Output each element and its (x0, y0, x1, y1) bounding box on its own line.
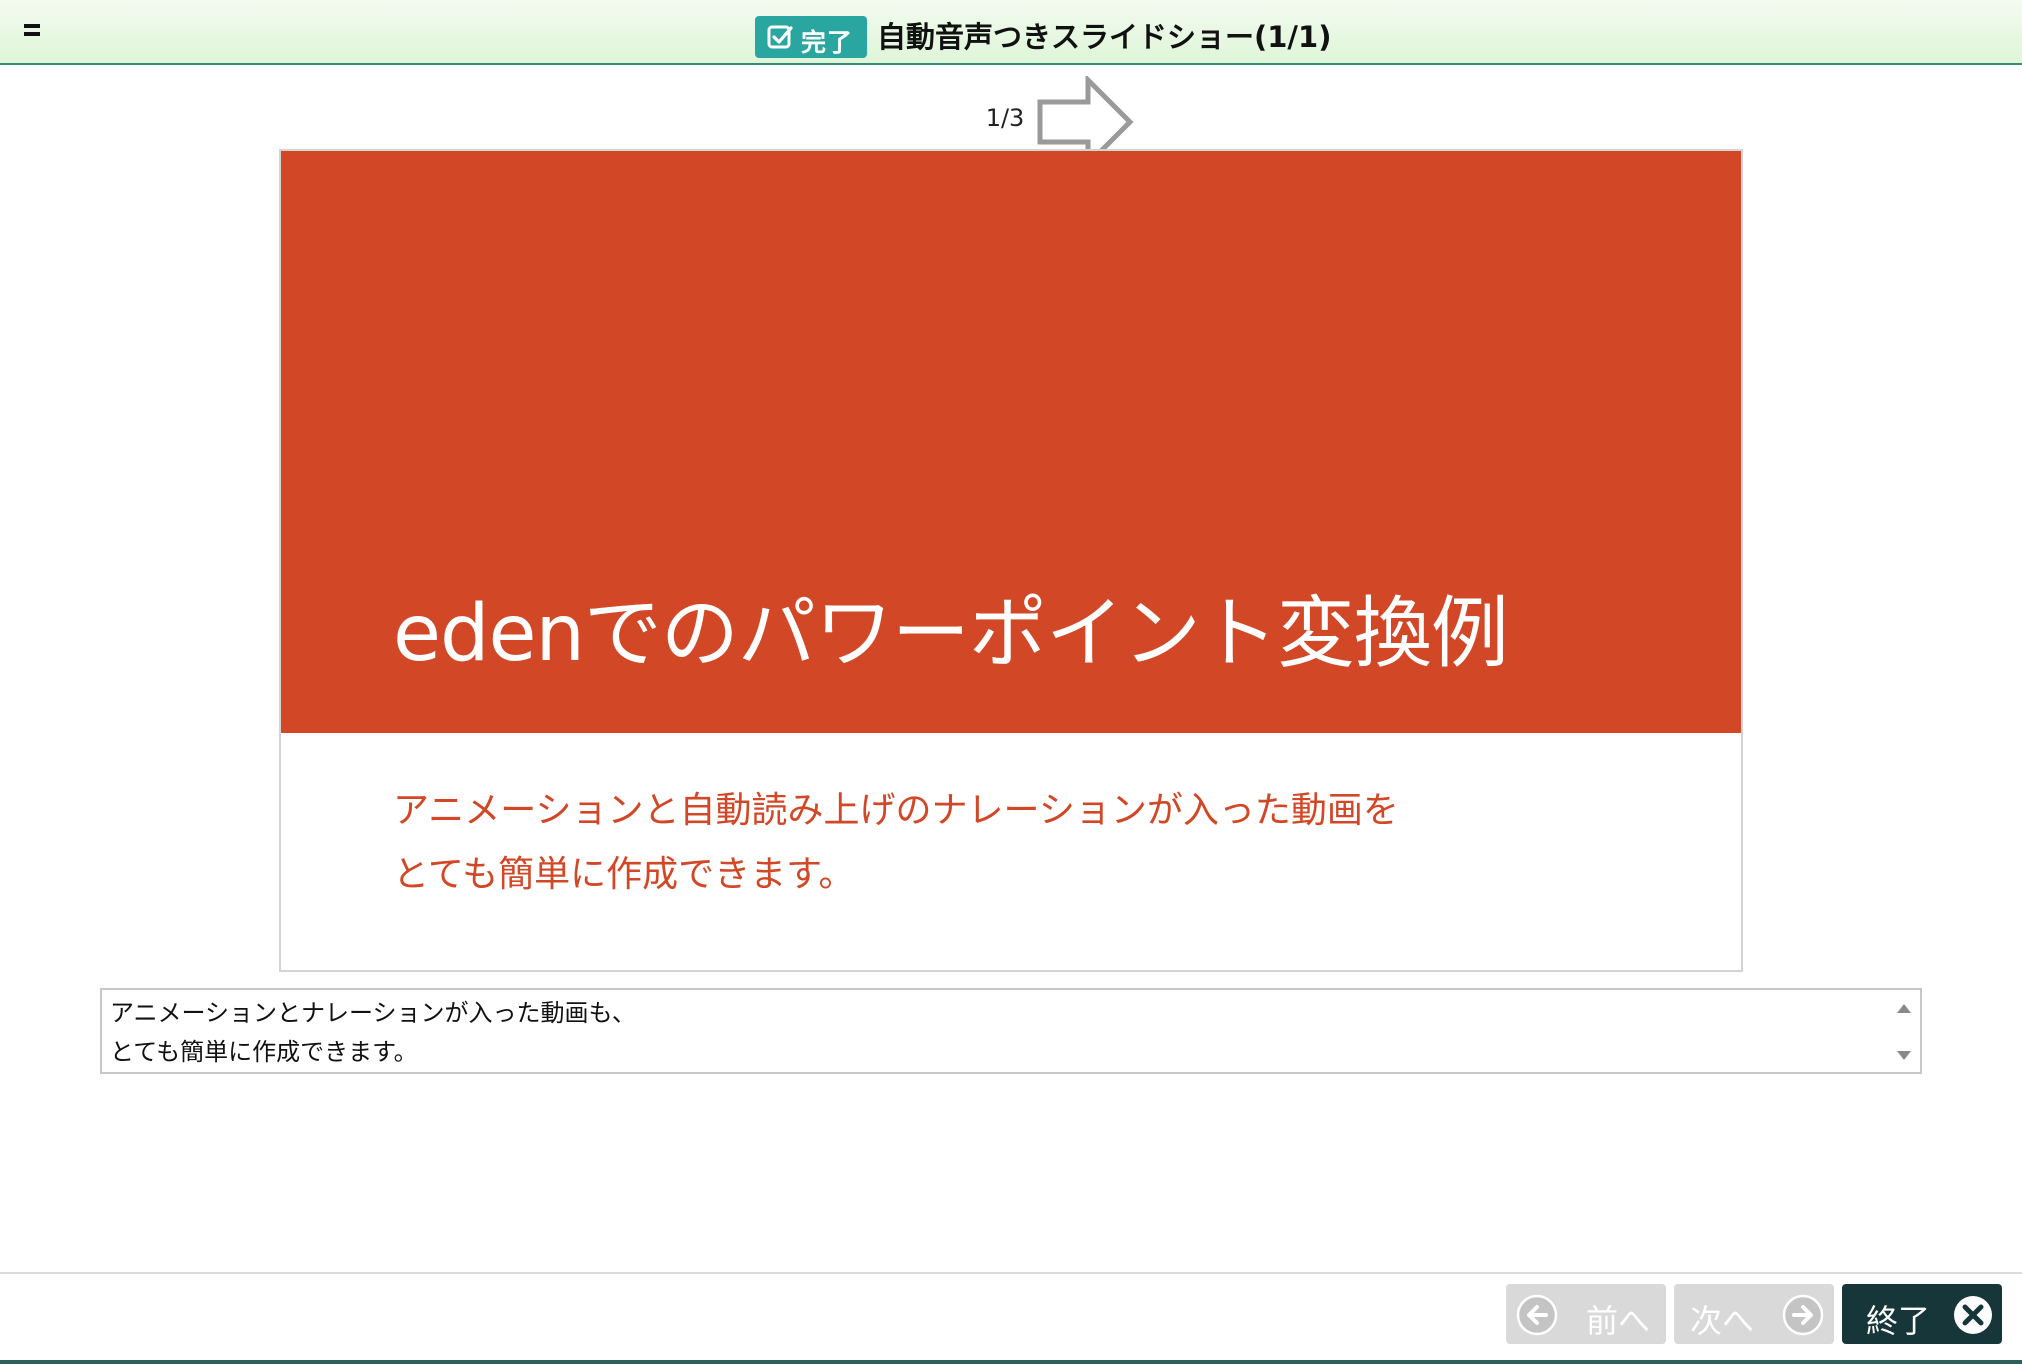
narration-line: アニメーションとナレーションが入った動画も、 (110, 999, 636, 1027)
slide-title: edenでのパワーポイント変換例 (393, 589, 1509, 679)
scroll-up-icon[interactable] (1894, 1000, 1914, 1016)
header-bar: 完了 自動音声つきスライドショー(1/1) (0, 0, 2022, 65)
prev-label: 前へ (1586, 1302, 1651, 1340)
scroll-down-icon[interactable] (1894, 1048, 1914, 1064)
complete-label: 完了 (801, 28, 854, 57)
menu-button[interactable] (18, 14, 48, 44)
prev-button[interactable]: 前へ (1506, 1284, 1666, 1344)
next-label: 次へ (1690, 1302, 1755, 1340)
end-button[interactable]: 終了 (1842, 1284, 2002, 1344)
end-label: 終了 (1866, 1302, 1931, 1340)
menu-icon (24, 24, 40, 28)
next-button[interactable]: 次へ (1674, 1284, 1834, 1344)
checkbox-icon (767, 25, 793, 49)
bottom-border (0, 1360, 2022, 1364)
arrow-right-circle-icon (1782, 1294, 1824, 1336)
arrow-left-circle-icon (1516, 1294, 1558, 1336)
slide-title-band: edenでのパワーポイント変換例 (281, 151, 1741, 733)
narration-line: とても簡単に作成できます。 (110, 1038, 418, 1066)
complete-badge[interactable]: 完了 (755, 16, 867, 58)
menu-icon-bar (24, 32, 40, 36)
slide-subtitle-line: アニメーションと自動読み上げのナレーションが入った動画を (393, 790, 1399, 831)
close-circle-icon (1954, 1296, 1992, 1334)
page-title: 自動音声つきスライドショー(1/1) (877, 20, 1332, 54)
slide-frame: edenでのパワーポイント変換例 アニメーションと自動読み上げのナレーションが入… (279, 149, 1743, 972)
slide-subtitle: アニメーションと自動読み上げのナレーションが入った動画を とても簡単に作成できま… (393, 779, 1399, 907)
footer-divider (0, 1272, 2022, 1274)
slide-counter: 1/3 (985, 104, 1025, 132)
narration-text: アニメーションとナレーションが入った動画も、 とても簡単に作成できます。 (110, 994, 636, 1072)
slide-subtitle-line: とても簡単に作成できます。 (393, 854, 855, 895)
narration-textbox[interactable]: アニメーションとナレーションが入った動画も、 とても簡単に作成できます。 (100, 988, 1922, 1074)
